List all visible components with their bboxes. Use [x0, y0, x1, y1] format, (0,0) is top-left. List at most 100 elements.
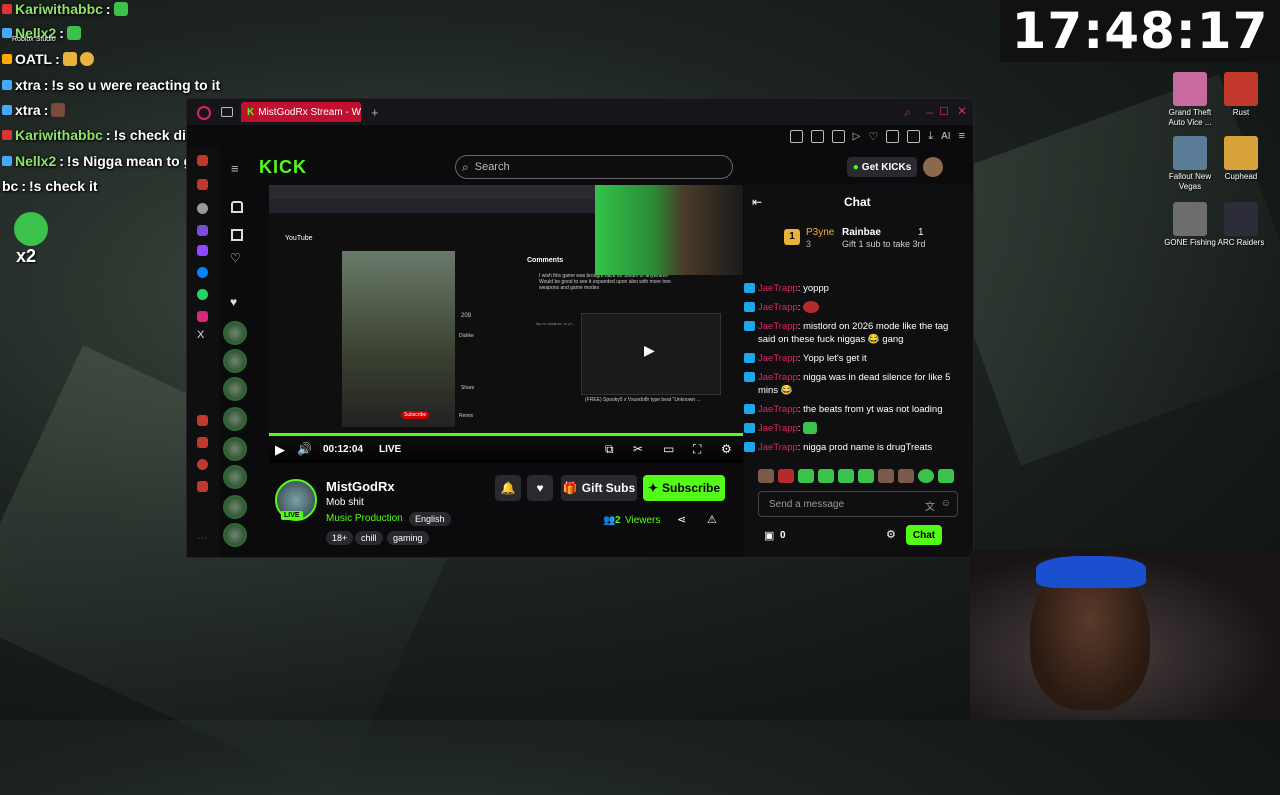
sidebar-app-icon[interactable]	[197, 225, 208, 236]
chat-message[interactable]: JaeTrapp: nigga was in dead silence for …	[744, 368, 973, 400]
shield-icon[interactable]	[831, 129, 845, 143]
kick-logo[interactable]: KICK	[259, 157, 307, 178]
pip-icon[interactable]: ⧉	[605, 442, 614, 457]
chat-message[interactable]: JaeTrapp: mistlord on 2026 mode like the…	[744, 317, 973, 349]
minimize-icon[interactable]: –	[926, 105, 933, 119]
chat-username[interactable]: JaeTrapp	[758, 353, 798, 364]
sidebar-app-icon[interactable]	[197, 415, 208, 426]
language-tag[interactable]: English	[409, 512, 451, 526]
extension-icon[interactable]	[789, 129, 803, 143]
collapse-chat-icon[interactable]: ⇤	[752, 195, 762, 209]
twitch-icon[interactable]	[197, 245, 208, 256]
send-chat-button[interactable]: Chat	[906, 525, 942, 545]
settings-gear-icon[interactable]: ⚙	[721, 442, 732, 456]
wallet-icon[interactable]	[907, 129, 921, 143]
play-icon[interactable]: ▶	[275, 442, 285, 458]
opera-logo-icon[interactable]	[197, 106, 211, 120]
emote-icon[interactable]	[858, 469, 874, 483]
chat-message[interactable]: JaeTrapp: yoppp	[744, 279, 973, 298]
followed-channel-avatar[interactable]	[223, 437, 247, 461]
desktop-icon-rust[interactable]: Rust	[1211, 72, 1271, 118]
browse-icon[interactable]	[231, 229, 243, 241]
sidebar-app-icon[interactable]	[197, 481, 208, 492]
following-heart-icon[interactable]: ♡	[230, 251, 241, 265]
live-indicator[interactable]: LIVE	[379, 444, 401, 455]
tab-kick-stream[interactable]: K MistGodRx Stream - Watc	[241, 102, 361, 122]
chat-settings-icon[interactable]: ⚙	[886, 528, 896, 541]
channel-name[interactable]: MistGodRx	[326, 479, 395, 494]
chat-username[interactable]: JaeTrapp	[758, 321, 798, 332]
emote-icon[interactable]	[798, 469, 814, 483]
user-avatar[interactable]	[923, 157, 943, 177]
chat-username[interactable]: JaeTrapp	[758, 302, 798, 313]
close-icon[interactable]: ✕	[957, 104, 967, 118]
sidebar-app-icon[interactable]	[197, 179, 208, 190]
emote-icon[interactable]	[878, 469, 894, 483]
sidebar-app-icon[interactable]	[197, 437, 208, 448]
desktop-icon-arc-raiders[interactable]: ARC Raiders	[1211, 202, 1271, 248]
tag-chip[interactable]: chill	[355, 531, 383, 545]
emote-icon[interactable]	[818, 469, 834, 483]
notification-bell-button[interactable]: 🔔	[495, 475, 521, 501]
snapshot-icon[interactable]	[810, 129, 824, 143]
emote-icon[interactable]	[898, 469, 914, 483]
followed-channel-avatar[interactable]	[223, 495, 247, 519]
menu-icon[interactable]: ≡	[959, 130, 965, 142]
download-icon[interactable]: ⤓	[928, 130, 933, 143]
followed-channel-avatar[interactable]	[223, 407, 247, 431]
search-tabs-icon[interactable]: ⌕	[904, 105, 911, 120]
stream-category[interactable]: Music Production	[326, 513, 403, 524]
share-icon[interactable]: ⋖	[677, 513, 686, 526]
emote-icon[interactable]	[938, 469, 954, 483]
chat-username[interactable]: JaeTrapp	[758, 372, 798, 383]
more-icon[interactable]: ⋯	[197, 533, 207, 544]
new-tab-icon[interactable]: +	[371, 105, 379, 120]
ai-button[interactable]: AI	[941, 131, 950, 142]
x-twitter-icon[interactable]: X	[197, 329, 204, 341]
chat-username[interactable]: JaeTrapp	[758, 423, 798, 434]
followed-channel-avatar[interactable]	[223, 321, 247, 345]
emote-icon[interactable]	[778, 469, 794, 483]
chat-message[interactable]: JaeTrapp:	[744, 298, 973, 317]
hamburger-icon[interactable]: ≡	[231, 161, 239, 176]
tag-chip[interactable]: gaming	[387, 531, 429, 545]
gift-subs-button[interactable]: 🎁 Gift Subs	[561, 475, 637, 501]
translate-icon[interactable]: 文	[925, 498, 935, 513]
history-icon[interactable]	[197, 459, 208, 470]
whatsapp-icon[interactable]	[197, 289, 208, 300]
chat-message[interactable]: JaeTrapp:	[744, 419, 973, 438]
chat-username[interactable]: JaeTrapp	[758, 442, 798, 453]
fullscreen-icon[interactable]: ⛶	[693, 442, 701, 457]
cube-icon[interactable]	[886, 129, 900, 143]
volume-icon[interactable]: 🔊	[297, 442, 312, 456]
followed-channel-avatar[interactable]	[223, 523, 247, 547]
chat-input[interactable]: Send a message 文 ☺	[758, 491, 958, 517]
emote-icon[interactable]	[838, 469, 854, 483]
play-icon[interactable]: ▷	[853, 131, 861, 142]
home-icon[interactable]	[231, 201, 243, 213]
followed-channel-avatar[interactable]	[223, 465, 247, 489]
points-icon[interactable]: ▣	[764, 529, 774, 542]
tag-chip[interactable]: 18+	[326, 531, 354, 545]
report-warning-icon[interactable]: ⚠	[707, 513, 717, 526]
emote-icon[interactable]	[918, 469, 934, 483]
maximize-icon[interactable]: ☐	[939, 105, 949, 118]
emote-icon[interactable]	[758, 469, 774, 483]
tab-menu-icon[interactable]	[221, 107, 233, 117]
theater-icon[interactable]: ▭	[663, 442, 674, 456]
video-player[interactable]: YouTube 209 Dislike Share Remix Subscrib…	[269, 185, 743, 463]
chat-message[interactable]: JaeTrapp: nigga prod name is drugTreats	[744, 438, 973, 457]
desktop-icon-cuphead[interactable]: Cuphead	[1211, 136, 1271, 182]
follow-button[interactable]: ♥	[527, 475, 553, 501]
chatgpt-icon[interactable]	[197, 203, 208, 214]
progress-bar[interactable]	[269, 433, 743, 436]
subscribe-button[interactable]: ✦ Subscribe	[643, 475, 725, 501]
search-bar[interactable]: ⌕ Search	[455, 155, 733, 179]
sidebar-app-icon[interactable]	[197, 155, 208, 166]
heart-icon[interactable]: ♡	[868, 130, 878, 143]
chat-username[interactable]: JaeTrapp	[758, 404, 798, 415]
chat-message[interactable]: JaeTrapp: the beats from yt was not load…	[744, 400, 973, 419]
emoji-icon[interactable]: ☺	[941, 498, 951, 509]
clip-icon[interactable]: ✂	[633, 442, 643, 456]
chat-username[interactable]: JaeTrapp	[758, 283, 798, 294]
